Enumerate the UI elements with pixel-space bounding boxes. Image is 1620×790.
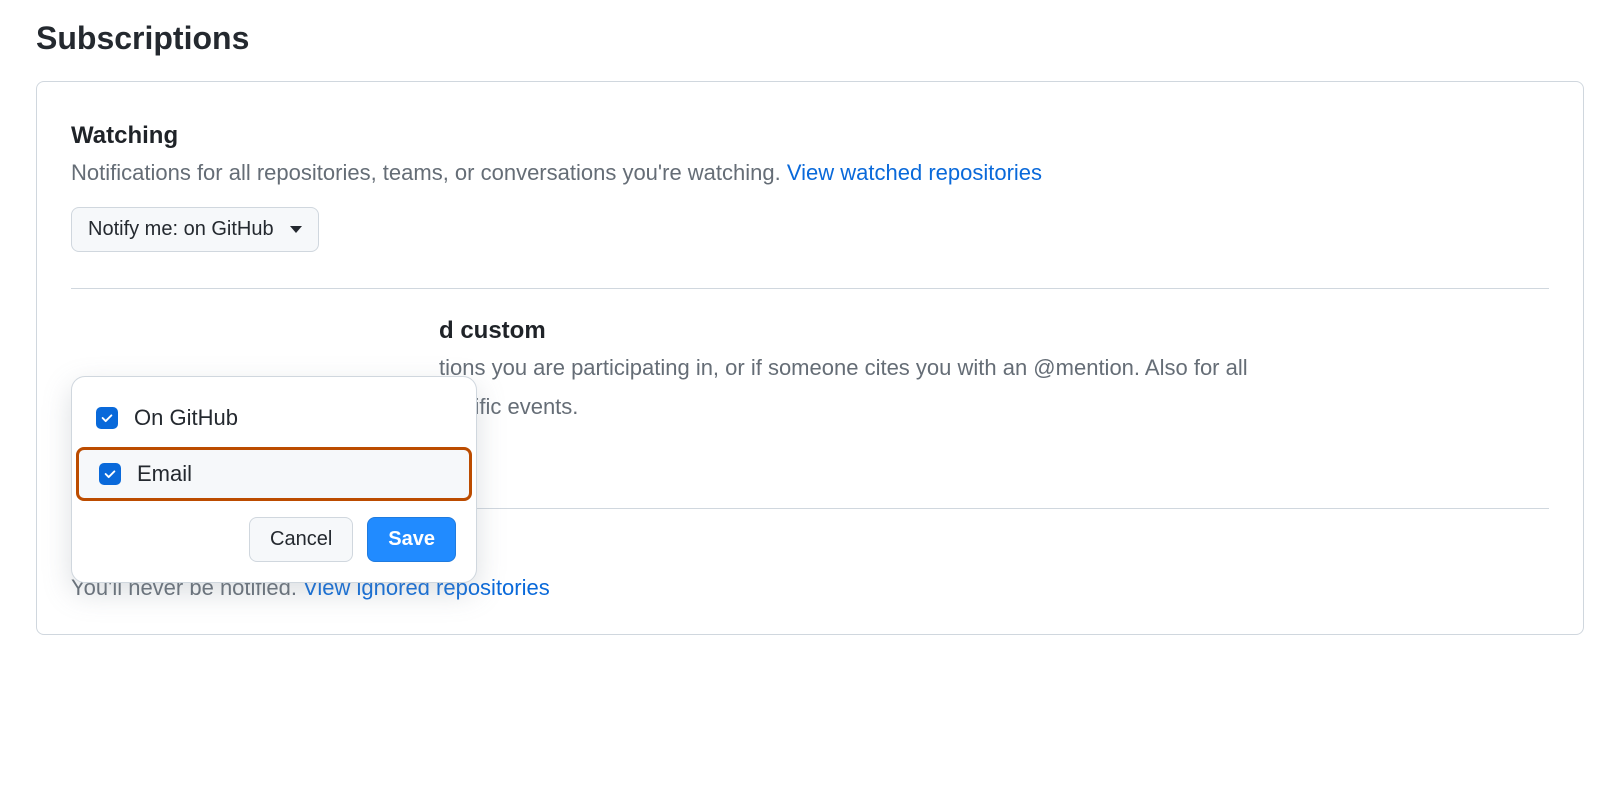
option-on-github[interactable]: On GitHub bbox=[72, 391, 476, 445]
popover-actions: Cancel Save bbox=[72, 503, 476, 566]
notify-me-dropdown[interactable]: Notify me: on GitHub bbox=[71, 207, 319, 252]
option-email[interactable]: Email bbox=[76, 447, 472, 501]
save-button[interactable]: Save bbox=[367, 517, 456, 562]
subscriptions-panel: Watching Notifications for all repositor… bbox=[36, 81, 1584, 635]
chevron-down-icon bbox=[290, 226, 302, 233]
watching-description-text: Notifications for all repositories, team… bbox=[71, 160, 781, 185]
watching-heading: Watching bbox=[71, 122, 1549, 150]
section-divider bbox=[71, 288, 1549, 289]
watching-description: Notifications for all repositories, team… bbox=[71, 156, 1549, 189]
view-watched-repositories-link[interactable]: View watched repositories bbox=[787, 160, 1042, 185]
participating-description-partial: tions you are participating in, or if so… bbox=[439, 351, 1549, 384]
option-email-label: Email bbox=[137, 461, 192, 487]
checkbox-checked-icon[interactable] bbox=[96, 407, 118, 429]
option-on-github-label: On GitHub bbox=[134, 405, 238, 431]
watching-section: Watching Notifications for all repositor… bbox=[71, 122, 1549, 252]
checkbox-checked-icon[interactable] bbox=[99, 463, 121, 485]
notify-me-dropdown-label: Notify me: on GitHub bbox=[88, 218, 274, 241]
cancel-button[interactable]: Cancel bbox=[249, 517, 353, 562]
participating-description-partial-2: pecific events. bbox=[439, 390, 1549, 423]
page-title: Subscriptions bbox=[36, 20, 1584, 57]
participating-heading-partial: d custom bbox=[439, 317, 1549, 345]
notify-dropdown-popover: On GitHub Email Cancel Save bbox=[71, 376, 477, 583]
